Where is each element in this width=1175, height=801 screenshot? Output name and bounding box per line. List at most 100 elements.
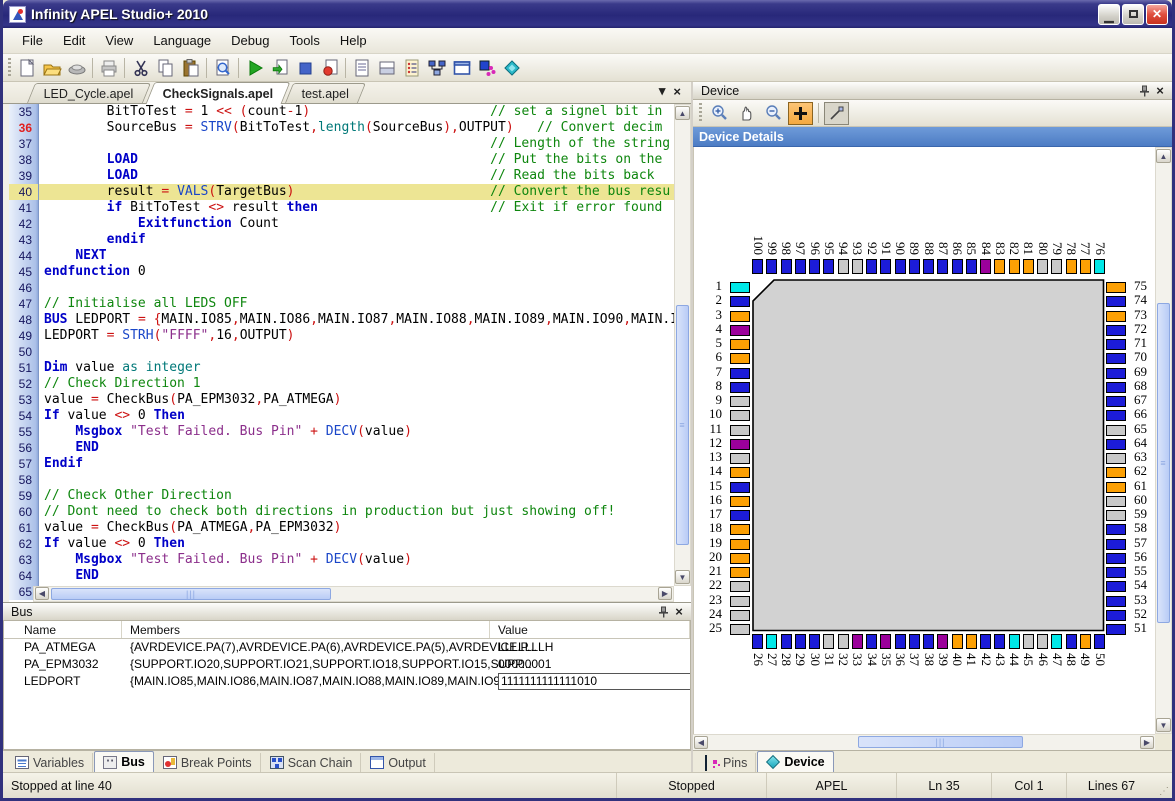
chip-pin-2[interactable] <box>730 296 750 308</box>
chip-pin-70[interactable] <box>1106 353 1126 365</box>
chip-pin-94[interactable] <box>837 259 849 274</box>
chip-pin-9[interactable] <box>730 396 750 407</box>
device-vscroll-thumb[interactable]: ≡ <box>1157 303 1170 623</box>
menu-tools[interactable]: Tools <box>280 29 328 52</box>
device-hscroll-thumb[interactable]: ||| <box>858 736 1023 748</box>
bus-col-value[interactable]: Value <box>490 621 690 638</box>
code-line-45[interactable]: 45 endfunction 0 <box>9 264 691 280</box>
code-line-53[interactable]: 53 value = CheckBus(PA_EPM3032,PA_ATMEGA) <box>9 392 691 408</box>
chip-pin-67[interactable] <box>1106 396 1126 407</box>
console-button[interactable] <box>374 56 399 80</box>
chip-pin-86[interactable] <box>951 259 963 274</box>
line-number[interactable]: 42 <box>9 216 39 232</box>
chip-pin-99[interactable] <box>766 259 778 274</box>
resize-grip-icon[interactable]: ⋰ <box>1156 773 1172 798</box>
device-canvas[interactable]: 100 99 98 97 96 95 94 93 92 91 90 89 88 87 86 85 84 83 82 8… <box>693 147 1172 734</box>
code-line-50[interactable]: 50 <box>9 344 691 360</box>
chip-pin-60[interactable] <box>1106 495 1126 507</box>
chip-pin-35[interactable] <box>880 634 892 649</box>
chip-pin-49[interactable] <box>1079 634 1091 649</box>
code-line-62[interactable]: 62 If value <> 0 Then <box>9 536 691 552</box>
chip-pin-90[interactable] <box>894 259 906 274</box>
tab-pins[interactable]: Pins <box>697 753 757 772</box>
chip-pin-81[interactable] <box>1022 259 1034 274</box>
chip-pin-65[interactable] <box>1106 424 1126 436</box>
chip-pin-29[interactable] <box>794 634 806 649</box>
scroll-up-icon[interactable]: ▲ <box>675 106 690 120</box>
editor-hscroll-thumb[interactable]: ||| <box>51 588 331 600</box>
line-number[interactable]: 61 <box>9 520 39 536</box>
bus-row-LEDPORT[interactable]: LEDPORT {MAIN.IO85,MAIN.IO86,MAIN.IO87,MA… <box>4 672 690 690</box>
chip-pin-96[interactable] <box>809 259 820 274</box>
tab-variables[interactable]: Variables <box>7 753 94 772</box>
tab-output[interactable]: Output <box>362 753 435 772</box>
stop-button[interactable] <box>292 56 317 80</box>
chip-pin-84[interactable] <box>980 259 991 274</box>
menu-edit[interactable]: Edit <box>54 29 94 52</box>
chip-pin-77[interactable] <box>1079 259 1091 274</box>
chip-pin-89[interactable] <box>908 259 920 274</box>
print-button[interactable] <box>96 56 121 80</box>
line-number[interactable]: 50 <box>9 344 39 360</box>
code-line-57[interactable]: 57 Endif <box>9 456 691 472</box>
chip-pin-27[interactable] <box>766 634 778 649</box>
tab-break-points[interactable]: Break Points <box>155 753 261 772</box>
chip-pin-73[interactable] <box>1106 310 1126 322</box>
find-button[interactable] <box>210 56 235 80</box>
line-number[interactable]: 44 <box>9 248 39 264</box>
code-line-42[interactable]: 42 Exitfunction Count <box>9 216 691 232</box>
chip-pin-52[interactable] <box>1106 609 1126 621</box>
code-line-52[interactable]: 52 // Check Direction 1 <box>9 376 691 392</box>
line-number[interactable]: 36 <box>9 120 39 136</box>
chip-pin-23[interactable] <box>730 595 750 607</box>
code-line-51[interactable]: 51 Dim value as integer <box>9 360 691 376</box>
line-number[interactable]: 59 <box>9 488 39 504</box>
tab-checksignals[interactable]: CheckSignals.apel <box>145 82 291 104</box>
line-number[interactable]: 57 <box>9 456 39 472</box>
chip-pin-14[interactable] <box>730 467 750 479</box>
chip-pin-19[interactable] <box>730 538 750 550</box>
code-line-40[interactable]: 40 result = VALS(TargetBus) // Convert t… <box>9 184 691 200</box>
chip-pin-25[interactable] <box>730 624 750 635</box>
chip-pin-30[interactable] <box>809 634 820 649</box>
bus-row-PA_EPM3032[interactable]: PA_EPM3032 {SUPPORT.IO20,SUPPORT.IO21,SUP… <box>4 656 690 673</box>
step-button[interactable] <box>267 56 292 80</box>
code-line-44[interactable]: 44 NEXT <box>9 248 691 264</box>
bus-col-members[interactable]: Members <box>122 621 490 638</box>
bus-panel-close-icon[interactable]: × <box>671 605 687 619</box>
chip-pin-100[interactable] <box>752 259 763 274</box>
chip-pin-66[interactable] <box>1106 410 1126 422</box>
menu-file[interactable]: File <box>13 29 52 52</box>
line-number[interactable]: 35 <box>9 104 39 120</box>
chip-pin-17[interactable] <box>730 510 750 521</box>
line-number[interactable]: 52 <box>9 376 39 392</box>
device-hscrollbar[interactable]: ◀ ||| ▶ <box>693 734 1155 750</box>
line-number[interactable]: 62 <box>9 536 39 552</box>
chip-pin-51[interactable] <box>1106 624 1126 635</box>
code-line-46[interactable]: 46 <box>9 280 691 296</box>
chip-pin-45[interactable] <box>1022 634 1034 649</box>
chip-pin-12[interactable] <box>730 438 750 450</box>
chip-pin-46[interactable] <box>1037 634 1048 649</box>
chip-pin-76[interactable] <box>1094 259 1105 274</box>
chip-pin-5[interactable] <box>730 339 750 350</box>
animate-button[interactable] <box>317 56 342 80</box>
line-number[interactable]: 53 <box>9 392 39 408</box>
code-line-63[interactable]: 63 Msgbox "Test Failed. Bus Pin" + DECV(… <box>9 552 691 568</box>
line-number[interactable]: 60 <box>9 504 39 520</box>
scroll-right-icon[interactable]: ▶ <box>658 587 672 600</box>
chip-pin-28[interactable] <box>780 634 792 649</box>
chip-pin-78[interactable] <box>1065 259 1077 274</box>
line-number[interactable]: 38 <box>9 152 39 168</box>
minimize-button[interactable]: ▁ <box>1098 3 1120 25</box>
chip-pin-95[interactable] <box>823 259 835 274</box>
chip-pin-55[interactable] <box>1106 567 1126 578</box>
close-button[interactable]: ✕ <box>1146 3 1168 25</box>
tab-bus[interactable]: Bus <box>94 751 154 772</box>
line-number[interactable]: 48 <box>9 312 39 328</box>
chip-pin-4[interactable] <box>730 324 750 336</box>
chip-pin-22[interactable] <box>730 581 750 593</box>
tab-list-dropdown-icon[interactable]: ▾ <box>659 83 666 99</box>
code-line-49[interactable]: 49 LEDPORT = STRH("FFFF",16,OUTPUT) <box>9 328 691 344</box>
copy-button[interactable] <box>153 56 178 80</box>
